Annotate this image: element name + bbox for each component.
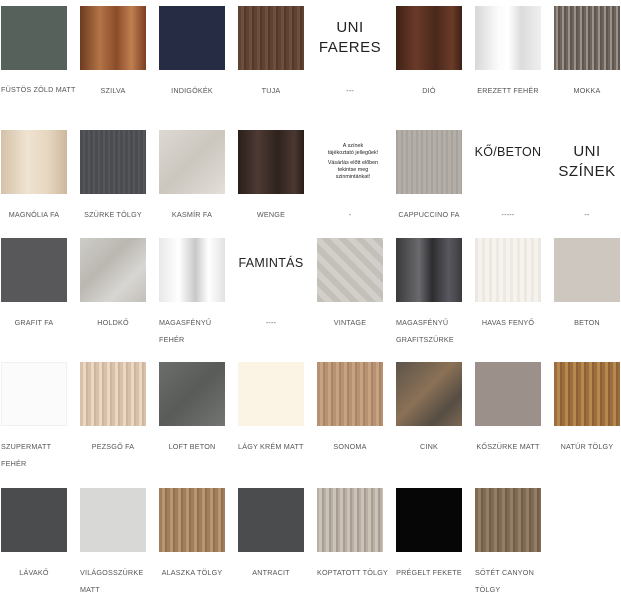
swatch-label: BETON (574, 318, 600, 327)
category-heading: UNI SZÍNEK (554, 130, 620, 194)
swatch-label: PRÉGELT FEKETE (396, 568, 462, 577)
color-sample (475, 238, 541, 302)
color-sample (80, 488, 146, 552)
swatch-label: VINTAGE (333, 318, 367, 327)
color-sample (396, 130, 462, 194)
swatch-label: ----- (501, 210, 515, 219)
swatch-label: MOKKA (573, 86, 601, 95)
swatch-label: SÖTÉT CANYON TÖLGY (475, 568, 534, 594)
swatch-label: NATÚR TÖLGY (560, 442, 614, 451)
color-sample (396, 488, 462, 552)
color-sample (238, 6, 304, 70)
color-sample (475, 488, 541, 552)
color-sample (1, 6, 67, 70)
color-sample (396, 362, 462, 426)
swatch-label: TUJA (261, 86, 281, 95)
swatch-label: -- (584, 210, 590, 219)
swatch-label: DIÓ (422, 86, 436, 95)
swatch-label: SZÜRKE TÖLGY (84, 210, 142, 219)
swatch-label: PEZSGŐ FA (91, 442, 135, 451)
color-sample (80, 238, 146, 302)
swatch-label: --- (346, 86, 354, 95)
color-sample (1, 488, 67, 552)
swatch-label: LÁVAKŐ (19, 568, 49, 577)
swatch-label: CINK (420, 442, 438, 451)
swatch-label: MAGASFÉNYŰ GRAFITSZÜRKE (396, 318, 454, 344)
color-sample (396, 238, 462, 302)
swatch-label: HOLDKŐ (97, 318, 129, 327)
swatch-label: HAVAS FENYŐ (481, 318, 535, 327)
color-sample (554, 238, 620, 302)
swatch-label: SONOMA (333, 442, 367, 451)
color-sample (159, 6, 225, 70)
color-sample (159, 130, 225, 194)
color-sample (1, 130, 67, 194)
swatch-label: WENGE (256, 210, 286, 219)
swatch-label: SZILVA (100, 86, 126, 95)
color-sample (159, 362, 225, 426)
color-sample (475, 362, 541, 426)
swatch-label: EREZETT FEHÉR (477, 86, 539, 95)
color-sample (554, 6, 620, 70)
color-sample (317, 238, 383, 302)
color-sample (396, 6, 462, 70)
color-sample (238, 130, 304, 194)
swatch-label: LOFT BETON (168, 442, 216, 451)
color-sample (159, 238, 225, 302)
color-sample (80, 130, 146, 194)
swatch-label: INDIGÓKÉK (171, 86, 213, 95)
swatch-label: MAGNÓLIA FA (8, 210, 60, 219)
swatch-label: ---- (265, 318, 277, 327)
swatch-label: ANTRACIT (252, 568, 290, 577)
swatch-label: SZUPERMATT FEHÉR (1, 442, 52, 468)
swatch-label: CAPPUCCINO FA (398, 210, 460, 219)
category-heading: UNI FAERES (317, 6, 383, 70)
color-sample (238, 362, 304, 426)
swatch-label: KOPTATOTT TÖLGY (317, 568, 389, 577)
category-heading: FAMINTÁS (238, 238, 304, 302)
color-sample (317, 488, 383, 552)
swatch-label: FÜSTÖS ZÖLD MATT (1, 85, 76, 94)
color-sample (1, 238, 67, 302)
swatch-label: VILÁGOSSZÜRKE MATT (80, 568, 144, 594)
swatch-label: KASMÍR FA (171, 210, 213, 219)
swatch-label: - (348, 210, 352, 219)
color-sample (475, 6, 541, 70)
swatch-label: GRAFIT FA (14, 318, 54, 327)
color-sample (159, 488, 225, 552)
disclaimer-text: A színek tájékoztató jellegűek! Vásárlás… (317, 130, 389, 194)
swatch-label: LÁGY KRÉM MATT (238, 442, 304, 451)
color-sample (80, 6, 146, 70)
color-sample (554, 362, 620, 426)
category-heading: KŐ/BETON (475, 130, 541, 194)
swatch-label: MAGASFÉNYŰ FEHÉR (159, 318, 212, 344)
color-sample (80, 362, 146, 426)
swatch-label: KŐSZÜRKE MATT (476, 442, 540, 451)
color-sample (317, 362, 383, 426)
color-sample (1, 362, 67, 426)
color-sample (238, 488, 304, 552)
swatch-label: ALASZKA TÖLGY (161, 568, 223, 577)
